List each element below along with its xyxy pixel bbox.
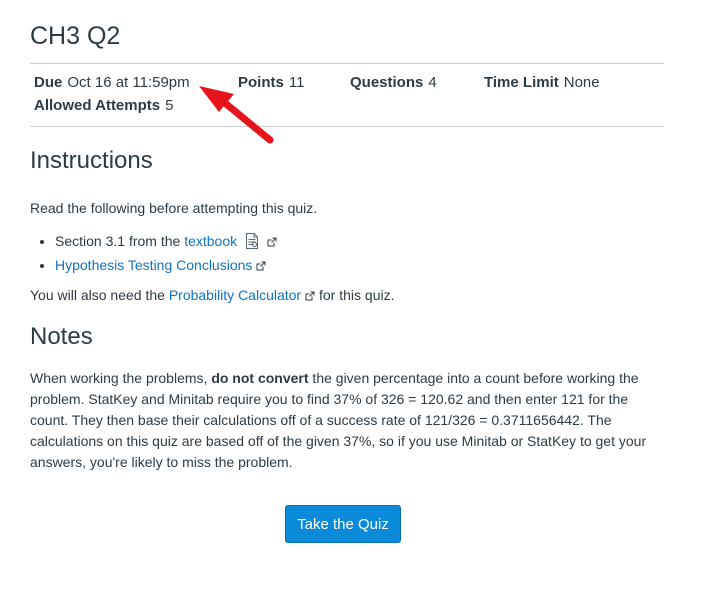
red-arrow-annotation <box>199 86 274 144</box>
